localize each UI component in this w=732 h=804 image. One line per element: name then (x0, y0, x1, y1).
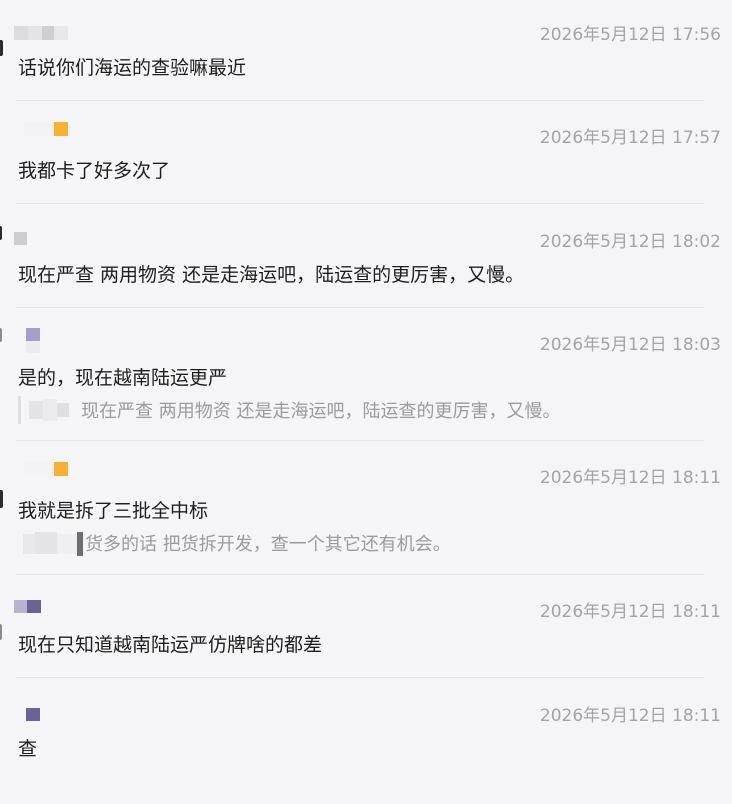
message-divider (16, 100, 704, 101)
avatar-edge (0, 490, 3, 508)
message-divider (16, 574, 704, 575)
message-divider (16, 203, 704, 204)
message-timestamp: 2026年5月12日 17:57 (539, 128, 721, 148)
quoted-message[interactable]: 现在严查 两用物资 还是走海运吧，陆运查的更厉害，又慢。 (18, 396, 560, 424)
quoted-message[interactable]: 货多的话 把货拆开发，查一个其它还有机会。 (18, 529, 451, 557)
sender-name-redacted (24, 462, 70, 476)
sender-name-redacted (26, 328, 42, 353)
message-divider (16, 440, 704, 441)
avatar-edge (0, 624, 2, 640)
chat-history-panel: 2026年5月12日 17:56 话说你们海运的查验嘛最近 2026年5月12日… (0, 0, 732, 804)
avatar-edge (0, 40, 3, 56)
message-timestamp: 2026年5月12日 18:11 (539, 468, 721, 488)
message-text[interactable]: 是的，现在越南陆运更严 (18, 363, 227, 390)
sender-name-redacted (14, 26, 68, 40)
quoted-message-text: 货多的话 把货拆开发，查一个其它还有机会。 (85, 534, 451, 555)
message-timestamp: 2026年5月12日 18:11 (539, 706, 721, 726)
message-text[interactable]: 话说你们海运的查验嘛最近 (18, 53, 246, 80)
message-text[interactable]: 现在严查 两用物资 还是走海运吧，陆运查的更厉害，又慢。 (18, 260, 524, 287)
message-timestamp: 2026年5月12日 18:11 (539, 602, 721, 622)
message-text[interactable]: 现在只知道越南陆运严仿牌啥的都差 (18, 630, 322, 657)
avatar-edge (0, 226, 2, 240)
message-text[interactable]: 查 (18, 734, 37, 761)
sender-name-redacted (24, 122, 70, 136)
sender-name-redacted (26, 708, 42, 722)
message-timestamp: 2026年5月12日 18:02 (539, 232, 721, 252)
quoted-sender-redacted (27, 399, 71, 421)
message-text[interactable]: 我就是拆了三批全中标 (18, 496, 208, 523)
quoted-sender-redacted (23, 532, 85, 556)
message-text[interactable]: 我都卡了好多次了 (18, 156, 170, 183)
avatar-edge (0, 328, 2, 342)
message-timestamp: 2026年5月12日 17:56 (539, 25, 721, 45)
message-timestamp: 2026年5月12日 18:03 (539, 335, 721, 355)
message-divider (16, 677, 704, 678)
sender-name-redacted (14, 600, 42, 614)
sender-name-redacted (14, 232, 28, 246)
message-divider (16, 307, 704, 308)
quoted-message-text: 现在严查 两用物资 还是走海运吧，陆运查的更厉害，又慢。 (81, 401, 561, 422)
